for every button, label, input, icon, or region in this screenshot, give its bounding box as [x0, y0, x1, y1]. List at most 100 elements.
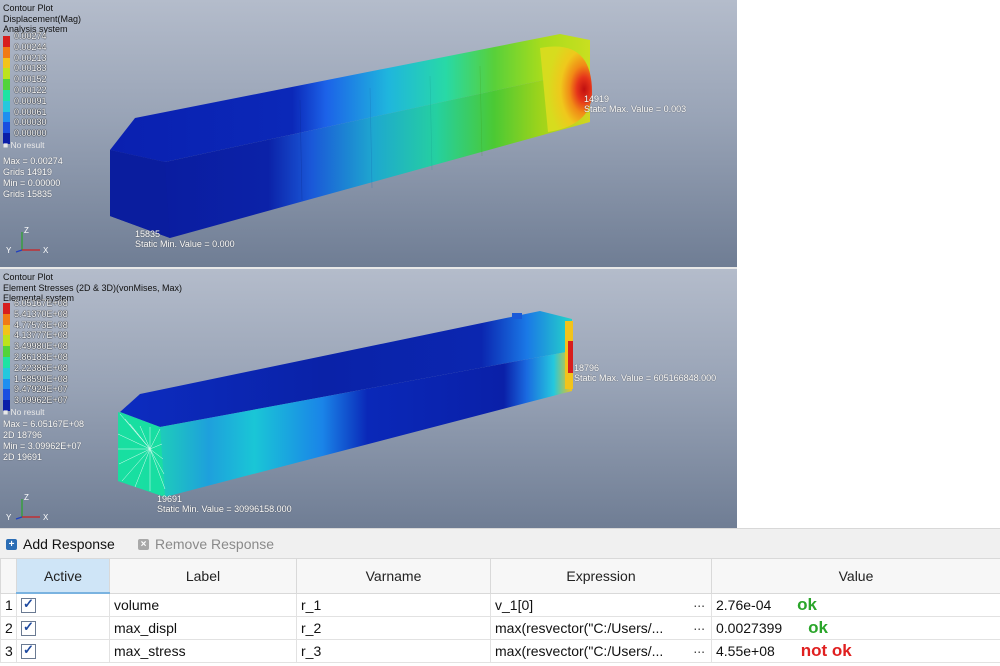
- row-index-header: [0, 558, 17, 594]
- legend-value: 0.00152: [14, 74, 47, 85]
- status-annotation: ok: [797, 594, 818, 614]
- legend-swatch: [3, 122, 10, 134]
- add-response-label: Add Response: [23, 536, 115, 552]
- legend-value: 6.05167E+08: [14, 298, 68, 308]
- close-icon: ×: [138, 538, 149, 550]
- expression-edit-button[interactable]: ...: [693, 594, 705, 610]
- displacement-model-render: [110, 34, 592, 238]
- legend-no-result: ■ No result: [3, 407, 45, 417]
- value-cell: 4.55e+08 not ok: [711, 639, 1000, 663]
- legend-swatch: [3, 324, 10, 336]
- legend-swatch: [3, 79, 10, 90]
- add-response-button[interactable]: + Add Response: [6, 534, 115, 554]
- legend-value: 0.00061: [14, 106, 47, 117]
- legend-value: 3.09962E+07: [14, 395, 68, 406]
- remove-response-button[interactable]: × Remove Response: [138, 534, 274, 554]
- legend-no-result: ■ No result: [3, 140, 45, 150]
- plus-icon: +: [6, 538, 17, 550]
- table-row[interactable]: 3 max_stress r_3 max(resvector("C:/Users…: [0, 639, 1000, 663]
- axis-z-label: Z: [24, 226, 29, 235]
- min-element-id: 19691: [157, 494, 183, 504]
- axis-x-label: X: [43, 246, 49, 255]
- active-checkbox[interactable]: [21, 642, 36, 660]
- expression-edit-button[interactable]: ...: [693, 641, 705, 657]
- legend-swatch: [3, 367, 10, 379]
- stats-line: 2D 19691: [3, 452, 43, 462]
- empty-panel: [737, 0, 1000, 528]
- label-cell[interactable]: max_displ: [109, 616, 297, 640]
- row-index: 3: [0, 639, 17, 663]
- expression-cell[interactable]: max(resvector("C:/Users/... ...: [490, 639, 712, 663]
- table-row[interactable]: 1 volume r_1 v_1[0] ... 2.76e-04 ok: [0, 592, 1000, 617]
- header-line: Element Stresses (2D & 3D)(vonMises, Max…: [3, 282, 183, 293]
- legend-value: 1.58590E+08: [14, 373, 68, 384]
- active-checkbox[interactable]: [21, 619, 36, 637]
- legend-swatch: [3, 303, 10, 314]
- legend-swatch: [3, 346, 10, 357]
- expression-cell[interactable]: v_1[0] ...: [490, 592, 712, 617]
- active-column-header[interactable]: Active: [16, 558, 110, 594]
- varname-column-header[interactable]: Varname: [296, 558, 491, 594]
- varname-cell[interactable]: r_1: [296, 592, 491, 617]
- stress-stats: Max = 6.05167E+08 2D 18796 Min = 3.09962…: [3, 419, 84, 463]
- stats-line: Max = 0.00274: [3, 156, 63, 166]
- expression-text: v_1[0]: [495, 596, 534, 613]
- expression-cell[interactable]: max(resvector("C:/Users/... ...: [490, 616, 712, 640]
- varname-cell[interactable]: r_2: [296, 616, 491, 640]
- max-element-id: 18796: [574, 363, 600, 373]
- remove-response-label: Remove Response: [155, 536, 275, 552]
- stats-line: Grids 14919: [3, 167, 53, 177]
- stats-line: Min = 3.09962E+07: [3, 441, 82, 451]
- row-index: 1: [0, 592, 17, 617]
- legend-value: 4.77573E+08: [14, 319, 68, 330]
- label-column-header[interactable]: Label: [109, 558, 297, 594]
- value-cell: 0.0027399 ok: [711, 616, 1000, 640]
- min-value-text: Static Min. Value = 30996158.000: [157, 504, 292, 514]
- stats-line: Grids 15835: [3, 189, 53, 199]
- active-checkbox[interactable]: [21, 596, 36, 614]
- varname-cell[interactable]: r_3: [296, 639, 491, 663]
- value-text: 0.0027399: [716, 620, 783, 636]
- axis-y-label: Y: [6, 513, 12, 522]
- legend-value: 9.47929E+07: [14, 384, 68, 395]
- expression-column-header[interactable]: Expression: [490, 558, 712, 594]
- stats-line: Max = 6.05167E+08: [3, 419, 85, 429]
- value-column-header[interactable]: Value: [711, 558, 1000, 594]
- legend-value: 0.00000: [14, 128, 47, 139]
- stress-viewport[interactable]: Contour Plot Element Stresses (2D & 3D)(…: [0, 269, 737, 528]
- legend-value: 2.22386E+08: [14, 362, 68, 373]
- legend-swatch: [3, 335, 10, 347]
- table-row[interactable]: 2 max_displ r_2 max(resvector("C:/Users/…: [0, 616, 1000, 640]
- legend-swatch: [3, 57, 10, 69]
- legend-value: 0.00244: [14, 41, 47, 52]
- expression-edit-button[interactable]: ...: [693, 618, 705, 634]
- header-line: Contour Plot: [3, 272, 54, 282]
- displacement-plot-header: Contour Plot Displacement(Mag) Analysis …: [3, 3, 81, 35]
- table-header-row: Active Label Varname Expression Value: [0, 558, 1000, 594]
- displacement-stats: Max = 0.00274 Grids 14919 Min = 0.00000 …: [3, 156, 63, 200]
- stress-model-render: [117, 311, 573, 497]
- legend-swatch: [3, 389, 10, 401]
- legend-swatch: [3, 36, 10, 47]
- legend-value: 3.49980E+08: [14, 341, 68, 352]
- legend-value: 0.00122: [14, 85, 47, 95]
- label-cell[interactable]: volume: [109, 592, 297, 617]
- legend-value: 0.00213: [14, 52, 47, 63]
- axis-z-label: Z: [24, 493, 29, 502]
- displacement-viewport[interactable]: Contour Plot Displacement(Mag) Analysis …: [0, 0, 737, 267]
- row-index: 2: [0, 616, 17, 640]
- header-line: Displacement(Mag): [3, 13, 82, 24]
- legend-swatch: [3, 46, 10, 58]
- axis-triad-icon: Z X Y: [6, 493, 49, 522]
- label-cell[interactable]: max_stress: [109, 639, 297, 663]
- stats-line: 2D 18796: [3, 430, 43, 440]
- responses-table: Active Label Varname Expression Value 1 …: [0, 558, 1000, 663]
- min-value-annotation: 19691 Static Min. Value = 30996158.000: [157, 494, 292, 514]
- stats-line: Min = 0.00000: [3, 178, 61, 188]
- legend-value: 2.86183E+08: [14, 352, 68, 362]
- active-cell: [16, 616, 110, 640]
- active-cell: [16, 639, 110, 663]
- legend-swatch: [3, 357, 10, 368]
- legend-swatch: [3, 68, 10, 80]
- status-annotation: ok: [808, 618, 828, 637]
